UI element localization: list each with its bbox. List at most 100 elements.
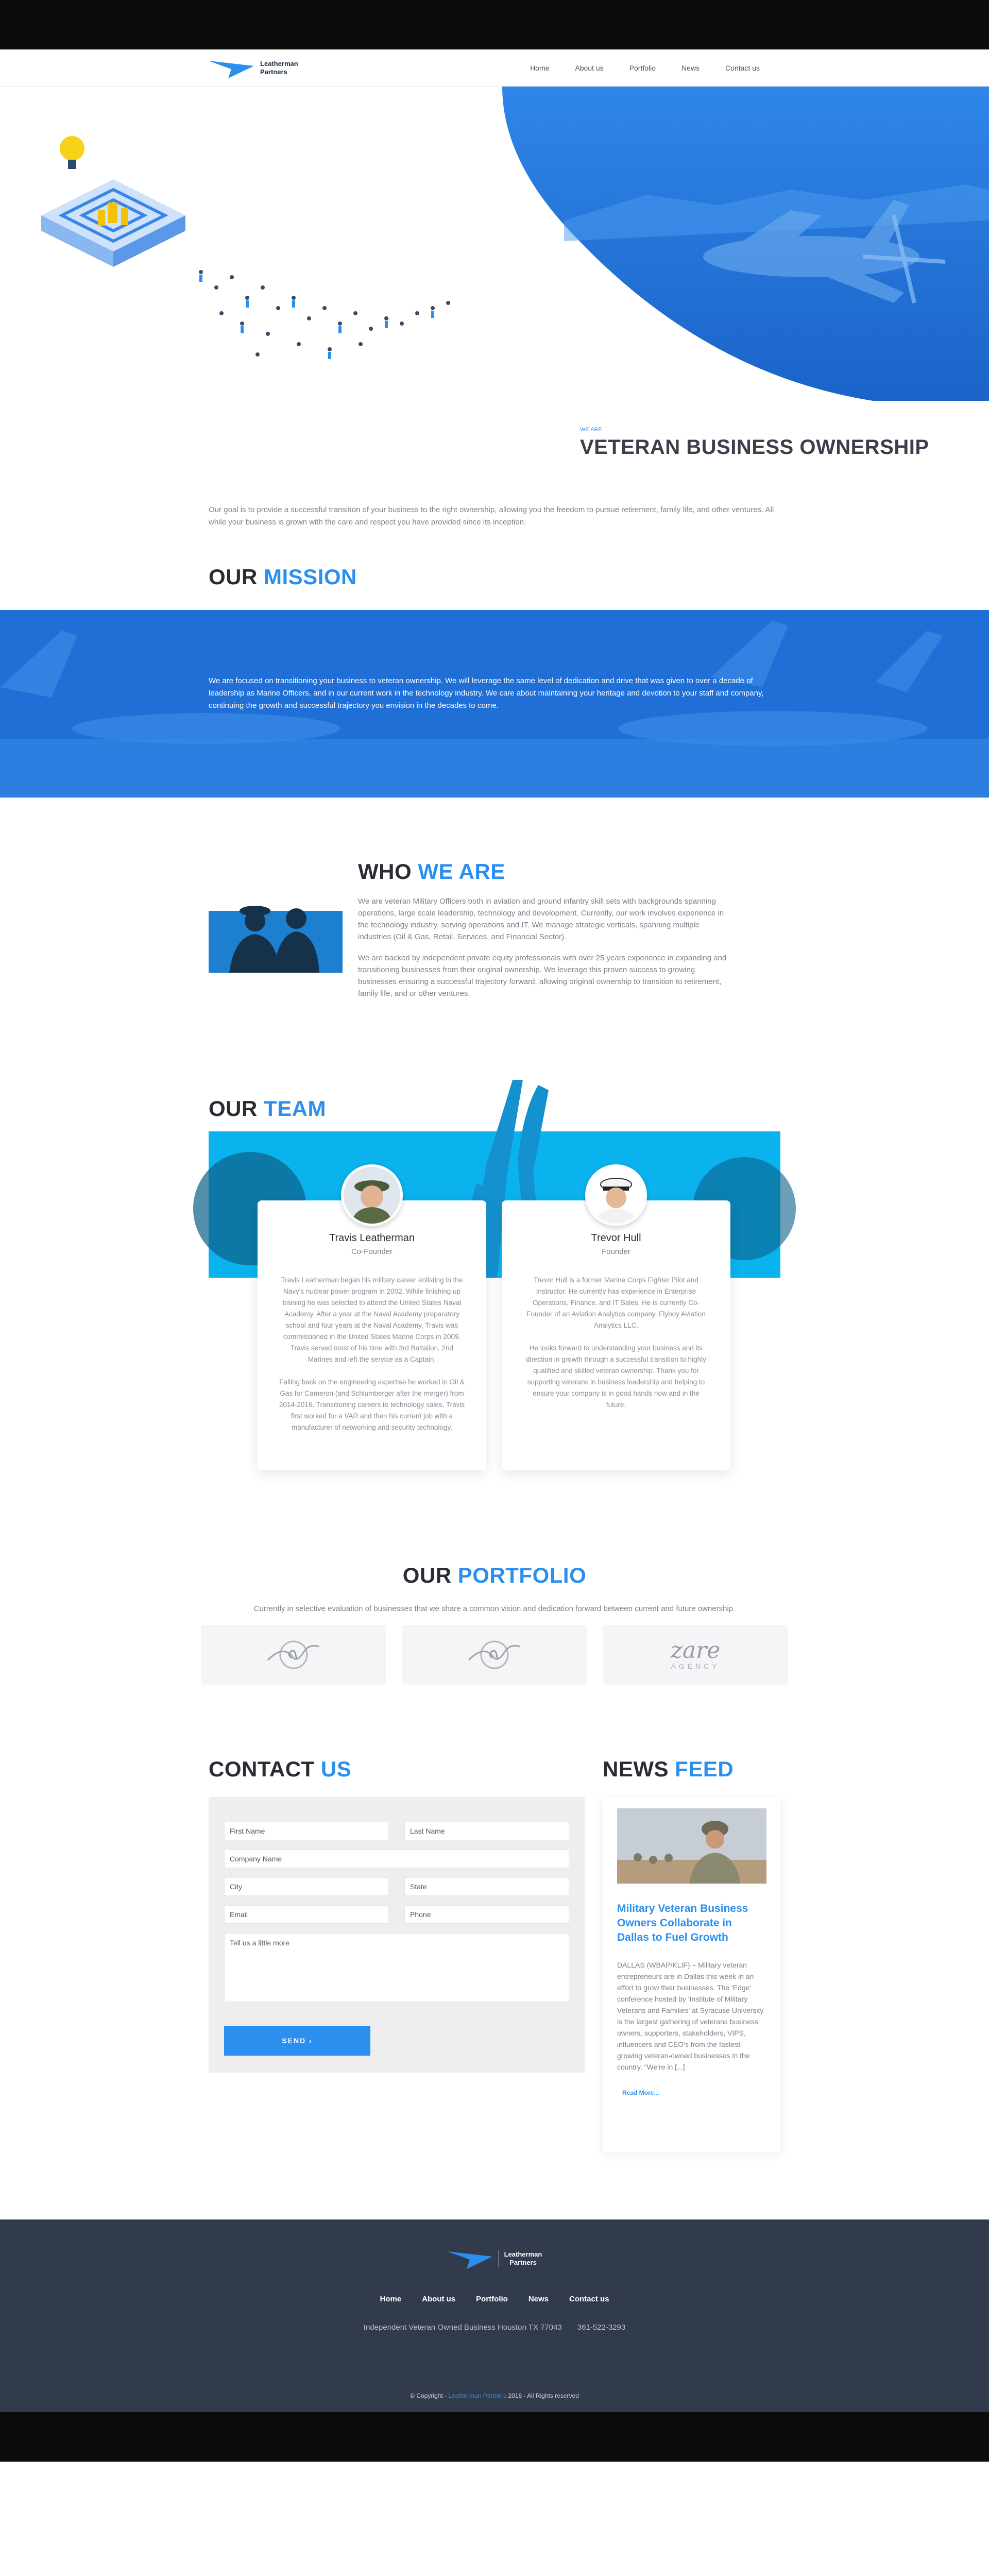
contact-news-section: CONTACT US First Name Last Name Company … [0,1757,989,2153]
intro-section: Our goal is to provide a successful tran… [0,488,989,554]
site-footer: Leatherman Partners Home About us Portfo… [0,2219,989,2412]
team-title: OUR TEAM [209,1096,780,1121]
who-section: WHO WE ARE We are veteran Military Offic… [0,798,989,1050]
nav-about[interactable]: About us [575,64,603,72]
portfolio-subtitle: Currently in selective evaluation of bus… [253,1604,736,1613]
news-excerpt: DALLAS (WBAP/KLIF) – Military veteran en… [617,1961,764,2071]
news-title: NEWS FEED [603,1757,780,1782]
who-paragraph-2: We are backed by independent private equ… [358,954,727,998]
logo-line-1: Leatherman [260,60,298,68]
phone-field[interactable]: Phone [404,1905,569,1924]
team-section: OUR TEAM Travis Leatherman Co-Founder Tr… [0,1050,989,1501]
member-bio-2: He looks forward to understanding your b… [526,1344,706,1409]
arrow-logo-icon [209,61,254,78]
script-a-logo-icon [468,1640,521,1669]
logo-line-2: Partners [260,68,287,76]
contact-title-b: US [320,1757,352,1781]
intro-text: Our goal is to provide a successful tran… [209,505,774,527]
mission-banner: We are focused on transitioning your bus… [0,610,989,798]
member-bio-2: Falling back on the engineering expertis… [279,1378,465,1431]
bottom-letterbox [0,2412,989,2462]
zare-logo-sub: AGENCY [671,1662,720,1670]
nav-home[interactable]: Home [530,64,549,72]
footer-logo-line-2: Partners [509,2259,537,2266]
send-button[interactable]: SEND › [224,2026,370,2056]
hero-kicker: WE ARE [580,427,602,433]
trevor-photo [588,1167,644,1224]
maze-people-illustration [41,136,450,359]
member-bio-1: Travis Leatherman began his military car… [281,1276,463,1363]
script-a-logo-icon [267,1640,320,1669]
soldiers-photo [209,890,343,973]
zare-logo-main: zare [670,1637,721,1664]
mission-title: OUR MISSION [209,565,780,589]
site-logo[interactable]: Leatherman Partners [209,57,298,79]
who-title: WHO WE ARE [358,859,729,884]
footer-nav-portfolio[interactable]: Portfolio [476,2295,508,2303]
member-bio-1: Trevor Hull is a former Marine Corps Fig… [526,1276,706,1329]
team-card-trevor: Trevor Hull Founder Trevor Hull is a for… [502,1164,730,1470]
copyright-company-link[interactable]: Leatherman Partners [448,2392,506,2399]
member-name: Travis Leatherman [329,1232,415,1244]
mission-section: OUR MISSION We are focused on transition… [0,554,989,798]
contact-form: First Name Last Name Company Name City S… [209,1797,585,2073]
news-headline[interactable]: Military Veteran Business Owners Collabo… [617,1902,766,1945]
mission-title-b: MISSION [264,565,357,589]
news-title-a: NEWS [603,1757,669,1781]
member-name: Trevor Hull [591,1232,641,1244]
city-field[interactable]: City [224,1877,389,1896]
company-name-field[interactable]: Company Name [224,1850,569,1868]
avatar-travis [341,1164,403,1226]
team-cards: Travis Leatherman Co-Founder Travis Leat… [258,1164,780,1470]
email-field[interactable]: Email [224,1905,389,1924]
message-textarea[interactable]: Tell us a little more [224,1933,569,2002]
contact-title-a: CONTACT [209,1757,315,1781]
copyright-suffix: 2016 - All Rights reserved [506,2392,579,2399]
state-field[interactable]: State [404,1877,569,1896]
hero-section: WE ARE VETERAN BUSINESS OWNERSHIP [0,87,989,488]
footer-nav-contact[interactable]: Contact us [569,2295,609,2303]
nav-portfolio[interactable]: Portfolio [629,64,656,72]
travis-photo [344,1167,400,1224]
avatar-trevor [585,1164,647,1226]
who-title-a: WHO [358,859,412,884]
portfolio-logo-2[interactable] [402,1625,587,1685]
main-nav: Home About us Portfolio News Contact us [530,64,760,72]
mission-title-a: OUR [209,565,258,589]
who-paragraph-1: We are veteran Military Officers both in… [358,897,724,941]
footer-phone[interactable]: 361-522-3293 [577,2323,625,2332]
news-title-b: FEED [675,1757,734,1781]
last-name-field[interactable]: Last Name [404,1822,569,1840]
news-soldier-photo[interactable] [617,1808,766,1884]
arrow-logo-icon [447,2251,492,2269]
member-role: Founder [602,1247,630,1256]
copyright-prefix: © Copyright - [410,2392,449,2399]
footer-nav: Home About us Portfolio News Contact us [0,2295,989,2303]
member-role: Co-Founder [351,1247,393,1256]
portfolio-logo-1[interactable] [201,1625,386,1685]
footer-info: Independent Veteran Owned Business Houst… [0,2323,989,2332]
portfolio-logos: zare AGENCY [0,1625,989,1685]
portfolio-section: OUR PORTFOLIO Currently in selective eva… [0,1501,989,1757]
portfolio-title: OUR PORTFOLIO [0,1563,989,1588]
footer-logo[interactable]: Leatherman Partners [0,2247,989,2270]
footer-nav-home[interactable]: Home [380,2295,401,2303]
nav-news[interactable]: News [681,64,700,72]
top-letterbox [0,0,989,49]
hero-heading-block: WE ARE VETERAN BUSINESS OWNERSHIP [580,427,929,459]
first-name-field[interactable]: First Name [224,1822,389,1840]
footer-nav-news[interactable]: News [528,2295,549,2303]
site-header: Leatherman Partners Home About us Portfo… [0,49,989,87]
read-more-link[interactable]: Read More... [622,2089,659,2096]
footer-address: Independent Veteran Owned Business Houst… [363,2323,562,2332]
team-title-b: TEAM [264,1096,327,1121]
portfolio-logo-zare[interactable]: zare AGENCY [603,1625,788,1685]
portfolio-title-a: OUR [402,1563,452,1587]
footer-nav-about[interactable]: About us [422,2295,455,2303]
news-card: Military Veteran Business Owners Collabo… [603,1797,780,2153]
news-block: NEWS FEED Military Veteran Business Owne… [603,1757,780,2153]
mission-text: We are focused on transitioning your bus… [209,676,764,710]
nav-contact[interactable]: Contact us [725,64,760,72]
who-title-b: WE ARE [418,859,505,884]
logo-wordmark: Leatherman Partners [260,60,298,76]
